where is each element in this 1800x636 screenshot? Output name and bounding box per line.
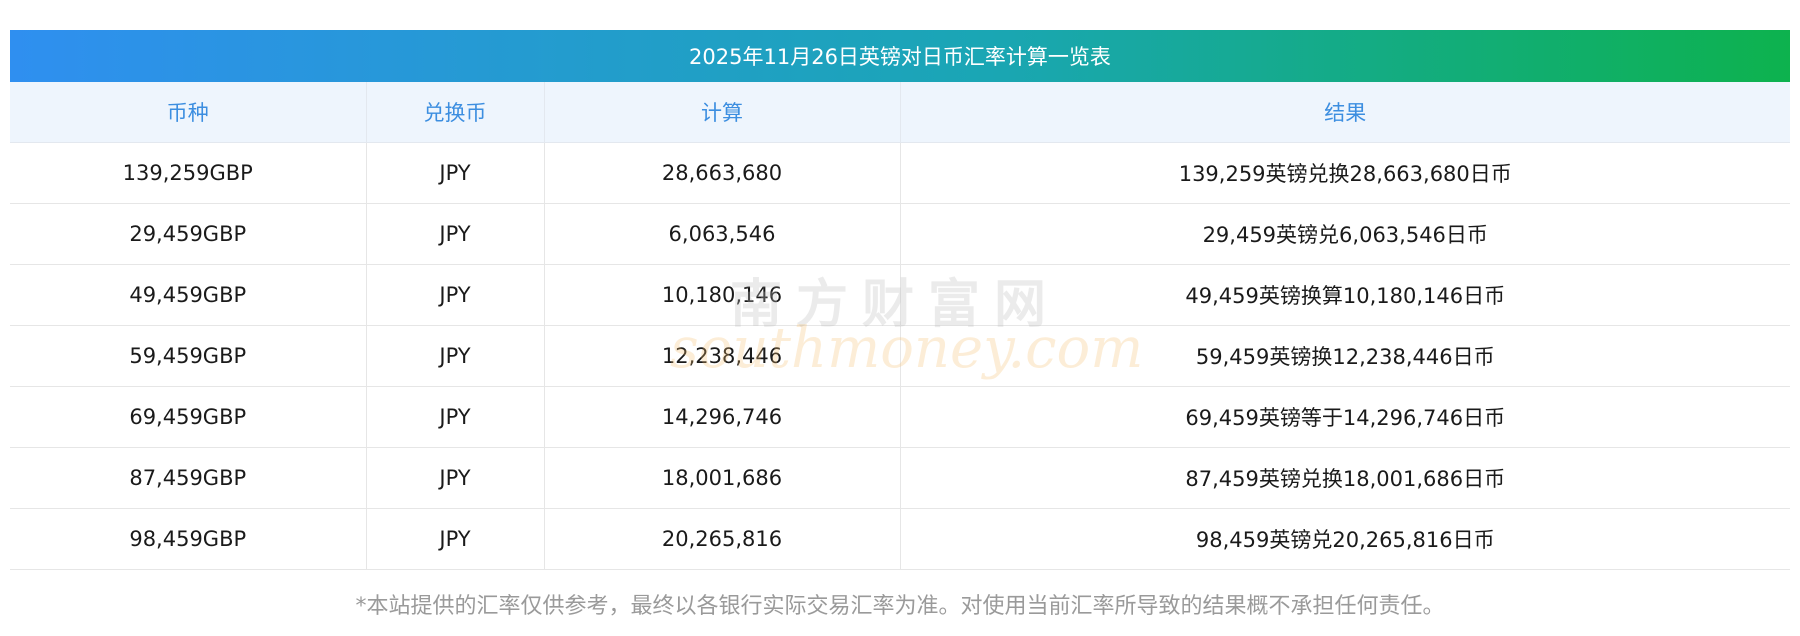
cell-result: 59,459英镑换12,238,446日币	[900, 325, 1790, 387]
cell-target: JPY	[366, 386, 545, 448]
cell-result: 29,459英镑兑6,063,546日币	[900, 203, 1790, 265]
table-row: 49,459GBP JPY 10,180,146 49,459英镑换算10,18…	[10, 264, 1790, 326]
column-header-result: 结果	[900, 82, 1790, 143]
cell-calc: 20,265,816	[544, 508, 901, 570]
cell-currency: 98,459GBP	[10, 508, 367, 570]
cell-currency: 29,459GBP	[10, 203, 367, 265]
cell-currency: 59,459GBP	[10, 325, 367, 387]
cell-calc: 28,663,680	[544, 142, 901, 204]
cell-calc: 10,180,146	[544, 264, 901, 326]
cell-currency: 139,259GBP	[10, 142, 367, 204]
table-row: 87,459GBP JPY 18,001,686 87,459英镑兑换18,00…	[10, 447, 1790, 509]
column-header-calc: 计算	[544, 82, 901, 143]
table-row: 98,459GBP JPY 20,265,816 98,459英镑兑20,265…	[10, 508, 1790, 570]
cell-currency: 49,459GBP	[10, 264, 367, 326]
cell-currency: 87,459GBP	[10, 447, 367, 509]
cell-currency: 69,459GBP	[10, 386, 367, 448]
cell-calc: 12,238,446	[544, 325, 901, 387]
cell-result: 87,459英镑兑换18,001,686日币	[900, 447, 1790, 509]
cell-result: 98,459英镑兑20,265,816日币	[900, 508, 1790, 570]
column-header-currency: 币种	[10, 82, 367, 143]
cell-target: JPY	[366, 447, 545, 509]
cell-calc: 6,063,546	[544, 203, 901, 265]
rate-table: 币种 兑换币 计算 结果 139,259GBP JPY 28,663,680 1…	[10, 82, 1790, 570]
header-row: 币种 兑换币 计算 结果	[10, 82, 1790, 143]
cell-calc: 14,296,746	[544, 386, 901, 448]
cell-target: JPY	[366, 508, 545, 570]
table-row: 29,459GBP JPY 6,063,546 29,459英镑兑6,063,5…	[10, 203, 1790, 265]
table-title: 2025年11月26日英镑对日币汇率计算一览表	[10, 30, 1790, 82]
cell-target: JPY	[366, 203, 545, 265]
table-row: 59,459GBP JPY 12,238,446 59,459英镑换12,238…	[10, 325, 1790, 387]
cell-calc: 18,001,686	[544, 447, 901, 509]
rate-table-container: 2025年11月26日英镑对日币汇率计算一览表 币种 兑换币 计算 结果 139…	[10, 30, 1790, 620]
cell-target: JPY	[366, 264, 545, 326]
column-header-target: 兑换币	[366, 82, 545, 143]
cell-target: JPY	[366, 325, 545, 387]
cell-result: 139,259英镑兑换28,663,680日币	[900, 142, 1790, 204]
cell-target: JPY	[366, 142, 545, 204]
disclaimer-footnote: *本站提供的汇率仅供参考，最终以各银行实际交易汇率为准。对使用当前汇率所导致的结…	[355, 593, 1445, 619]
cell-result: 49,459英镑换算10,180,146日币	[900, 264, 1790, 326]
table-row: 139,259GBP JPY 28,663,680 139,259英镑兑换28,…	[10, 142, 1790, 204]
table-row: 69,459GBP JPY 14,296,746 69,459英镑等于14,29…	[10, 386, 1790, 448]
cell-result: 69,459英镑等于14,296,746日币	[900, 386, 1790, 448]
